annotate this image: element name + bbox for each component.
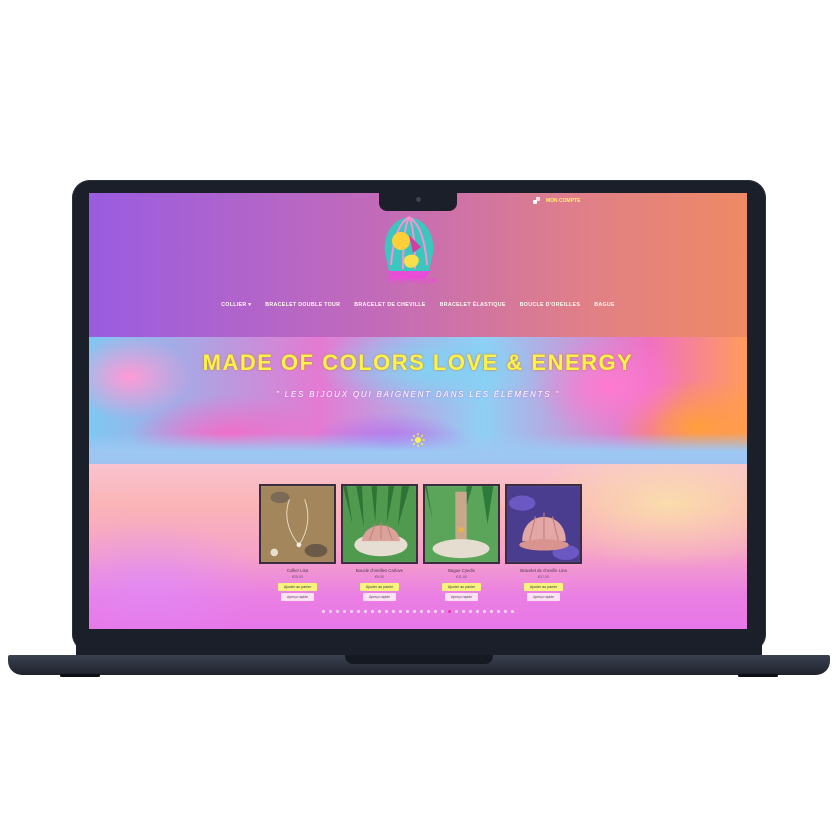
carousel-dot[interactable] xyxy=(469,610,472,613)
product-carousel: Collier Lisa €25,00 Ajouter au panier Ap… xyxy=(259,484,582,601)
shop-section: Collier Lisa €25,00 Ajouter au panier Ap… xyxy=(89,464,747,629)
carousel-dot[interactable] xyxy=(392,610,395,613)
product-price: €25,00 xyxy=(292,575,303,579)
carousel-dot[interactable] xyxy=(329,610,332,613)
nav-item-collier[interactable]: COLLIER ▾ xyxy=(221,302,251,308)
hero-subtitle: " LES BIJOUX QUI BAIGNENT DANS LES ÉLÉME… xyxy=(275,390,561,399)
carousel-dot[interactable] xyxy=(434,610,437,613)
carousel-dot[interactable] xyxy=(336,610,339,613)
screen: MON COMPTE Plitchouze COLLIER ▾ BRACELET… xyxy=(89,193,747,629)
carousel-dot[interactable] xyxy=(406,610,409,613)
quick-view-button[interactable]: Aperçu rapide xyxy=(444,593,479,601)
product-name[interactable]: Bracelet de cheville Lina xyxy=(520,568,567,573)
carousel-dot[interactable] xyxy=(476,610,479,613)
product-card: Bracelet de cheville Lina €17,00 Ajouter… xyxy=(505,484,582,601)
nav-item-bracelet-cheville[interactable]: BRACELET DE CHEVILLE xyxy=(354,302,425,308)
laptop-foot-left xyxy=(60,674,100,677)
product-name[interactable]: Bague Cyedis xyxy=(448,568,475,573)
carousel-dot[interactable] xyxy=(448,610,451,613)
carousel-dot[interactable] xyxy=(441,610,444,613)
product-image[interactable] xyxy=(423,484,500,564)
nav-item-bracelet-double-tour[interactable]: BRACELET DOUBLE TOUR xyxy=(265,302,340,308)
laptop-foot-right xyxy=(738,674,778,677)
carousel-dot[interactable] xyxy=(371,610,374,613)
product-price: €11,00 xyxy=(456,575,467,579)
add-to-cart-button[interactable]: Ajouter au panier xyxy=(441,583,482,591)
carousel-dot[interactable] xyxy=(462,610,465,613)
quick-view-button[interactable]: Aperçu rapide xyxy=(526,593,561,601)
product-price: €17,00 xyxy=(538,575,549,579)
carousel-dot[interactable] xyxy=(350,610,353,613)
add-to-cart-button[interactable]: Ajouter au panier xyxy=(523,583,564,591)
quick-view-button[interactable]: Aperçu rapide xyxy=(280,593,315,601)
carousel-dot[interactable] xyxy=(413,610,416,613)
nav-item-boucle-oreilles[interactable]: BOUCLE D'OREILLES xyxy=(520,302,581,308)
product-name[interactable]: Collier Lisa xyxy=(287,568,308,573)
product-name[interactable]: Boucle d'oreilles Carlove xyxy=(356,568,403,573)
product-card: Collier Lisa €25,00 Ajouter au panier Ap… xyxy=(259,484,336,601)
carousel-dot[interactable] xyxy=(497,610,500,613)
carousel-dot[interactable] xyxy=(420,610,423,613)
carousel-dot[interactable] xyxy=(378,610,381,613)
product-price: €9,00 xyxy=(375,575,384,579)
carousel-dot[interactable] xyxy=(455,610,458,613)
carousel-dot[interactable] xyxy=(504,610,507,613)
carousel-dot[interactable] xyxy=(511,610,514,613)
account-link[interactable]: MON COMPTE xyxy=(533,197,580,205)
carousel-dot[interactable] xyxy=(322,610,325,613)
carousel-dot[interactable] xyxy=(364,610,367,613)
camera-icon xyxy=(416,197,421,202)
main-nav: COLLIER ▾ BRACELET DOUBLE TOUR BRACELET … xyxy=(89,302,747,308)
logo-text: Plitchouze xyxy=(387,275,438,285)
laptop-chin xyxy=(76,629,762,655)
carousel-dot[interactable] xyxy=(357,610,360,613)
carousel-dot[interactable] xyxy=(343,610,346,613)
nav-item-bague[interactable]: BAGUE xyxy=(594,302,615,308)
carousel-dot[interactable] xyxy=(385,610,388,613)
sun-icon xyxy=(411,433,425,447)
carousel-pagination xyxy=(89,610,747,613)
hero-title: MADE OF COLORS LOVE & ENERGY xyxy=(202,350,634,375)
product-card: Bague Cyedis €11,00 Ajouter au panier Ap… xyxy=(423,484,500,601)
laptop-open-notch xyxy=(345,655,493,664)
product-card: Boucle d'oreilles Carlove €9,00 Ajouter … xyxy=(341,484,418,601)
add-to-cart-button[interactable]: Ajouter au panier xyxy=(277,583,318,591)
add-to-cart-button[interactable]: Ajouter au panier xyxy=(359,583,400,591)
carousel-dot[interactable] xyxy=(483,610,486,613)
carousel-dot[interactable] xyxy=(399,610,402,613)
carousel-dot[interactable] xyxy=(490,610,493,613)
product-image[interactable] xyxy=(259,484,336,564)
quick-view-button[interactable]: Aperçu rapide xyxy=(362,593,397,601)
account-label: MON COMPTE xyxy=(546,198,581,204)
hero-banner: MADE OF COLORS LOVE & ENERGY " LES BIJOU… xyxy=(89,337,747,464)
site-header: MON COMPTE Plitchouze COLLIER ▾ BRACELET… xyxy=(89,193,747,337)
nav-item-bracelet-elastique[interactable]: BRACELET ÉLASTIQUE xyxy=(440,302,506,308)
product-image[interactable] xyxy=(505,484,582,564)
product-image[interactable] xyxy=(341,484,418,564)
camera-notch xyxy=(379,193,457,211)
account-icon xyxy=(533,197,541,205)
carousel-dot[interactable] xyxy=(427,610,430,613)
